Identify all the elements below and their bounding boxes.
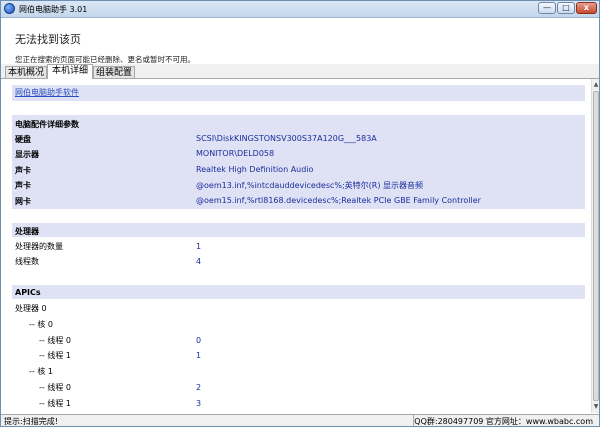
cpu-value-threads: 4 (196, 257, 202, 266)
scroll-up-icon[interactable]: ▲ (592, 81, 599, 89)
status-bar: 提示:扫描完成! QQ群:280497709 官方网址：www.wbabc.co… (1, 414, 599, 426)
apic-core1-thread-0-value: 2 (196, 383, 202, 392)
hw-label-disk: 硬盘 (15, 135, 31, 144)
maximize-button[interactable]: □ (557, 2, 575, 14)
apic-section-band (12, 285, 585, 299)
hw-value-network: @oem15.inf,%rtl8168.devicedesc%;Realtek … (196, 196, 481, 205)
apic-core1-thread-0: -- 线程 0 (39, 383, 71, 392)
hw-value-sound-2: @oem13.inf,%intcdauddevicedesc%;英特尔(R) 显… (196, 181, 424, 190)
apic-core0-thread-0-value: 0 (196, 336, 202, 345)
hw-value-disk: SCSI\DiskKINGSTONSV300S37A120G___583A (196, 134, 377, 143)
cpu-section-title: 处理器 (15, 227, 39, 236)
hw-label-sound-1: 声卡 (15, 166, 31, 175)
hw-label-sound-2: 声卡 (15, 181, 31, 190)
apic-core0-thread-1: -- 线程 1 (39, 351, 71, 360)
hw-label-network: 网卡 (15, 197, 31, 206)
cpu-label-count: 处理器的数量 (15, 242, 63, 251)
apic-core-0: -- 核 0 (29, 320, 53, 329)
cpu-value-count: 1 (196, 242, 202, 251)
tab-details[interactable]: 本机详细 (47, 64, 93, 79)
hw-value-sound-1: Realtek High Definition Audio (196, 165, 314, 174)
title-bar[interactable]: 网伯电脑助手 3.01 — □ x (1, 1, 599, 18)
apic-core0-thread-1-value: 1 (196, 351, 202, 360)
apic-core1-thread-1-value: 3 (196, 399, 202, 408)
apic-core1-thread-1: -- 线程 1 (39, 399, 71, 408)
cpu-section-band (12, 223, 585, 237)
hw-section-title: 电脑配件详细参数 (15, 120, 79, 129)
apic-core0-thread-0: -- 线程 0 (39, 336, 71, 345)
error-panel: 无法找到该页 您正在搜索的页面可能已经删除、更名或暂时不可用。 (1, 18, 599, 65)
close-button[interactable]: x (576, 2, 597, 14)
window-title: 网伯电脑助手 3.01 (19, 5, 88, 14)
hw-label-monitor: 显示器 (15, 150, 39, 159)
hw-value-monitor: MONITOR\DELD058 (196, 149, 275, 158)
scroll-down-icon[interactable]: ▼ (592, 403, 599, 411)
status-message: 提示:扫描完成! (4, 417, 58, 426)
link-band (12, 85, 585, 101)
software-link[interactable]: 网伯电脑助手软件 (15, 87, 79, 98)
error-title: 无法找到该页 (15, 33, 81, 46)
app-window: 网伯电脑助手 3.01 — □ x 无法找到该页 您正在搜索的页面可能已经删除、… (0, 0, 600, 427)
tab-assembly[interactable]: 组装配置 (93, 66, 135, 78)
apic-core-1: -- 核 1 (29, 367, 53, 376)
app-icon (4, 3, 15, 14)
scrollbar-thumb[interactable] (593, 91, 599, 401)
apic-processor-0: 处理器 0 (15, 304, 47, 313)
minimize-button[interactable]: — (538, 2, 556, 14)
apic-section-title: APICs (15, 288, 41, 297)
cpu-label-threads: 线程数 (15, 257, 39, 266)
status-contact: QQ群:280497709 官方网址：www.wbabc.com (414, 417, 593, 426)
vertical-scrollbar[interactable]: ▲ ▼ (591, 79, 599, 413)
details-content: 网伯电脑助手软件 电脑配件详细参数 硬盘 SCSI\DiskKINGSTONSV… (5, 79, 591, 413)
tab-bar: 本机概况 本机详细 组装配置 (1, 64, 599, 79)
hw-section-band (12, 115, 585, 209)
tab-overview[interactable]: 本机概况 (5, 66, 47, 78)
